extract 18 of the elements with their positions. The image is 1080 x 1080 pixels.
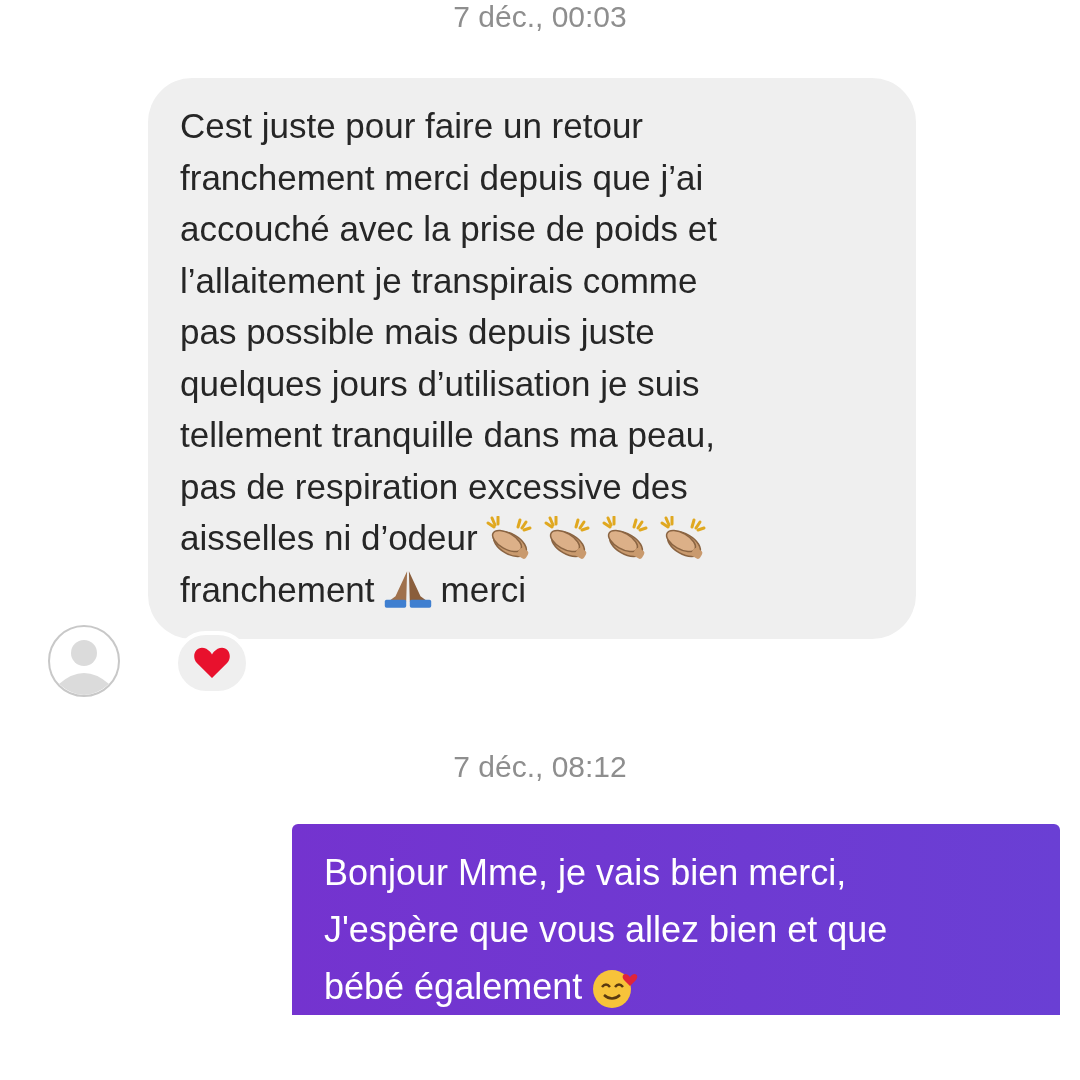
timestamp: 7 déc., 00:03 — [453, 0, 627, 34]
timestamp: 7 déc., 08:12 — [453, 750, 627, 784]
message-text: pas possible mais depuis juste — [180, 311, 655, 353]
message-text: franchement merci depuis que j’ai — [180, 156, 704, 199]
message-text: quelques jours d’utilisation je suis — [180, 362, 700, 405]
message-text: Bonjour Mme, je vais bien merci, — [324, 851, 847, 895]
message-text: tellement tranquille dans ma peau, — [180, 414, 716, 456]
message-text: aisselles ni d’odeur — [180, 517, 478, 559]
message-text: franchement — [180, 568, 375, 611]
heart-icon — [193, 646, 231, 680]
message-text: J'espère que vous allez bien et que — [324, 908, 888, 952]
avatar-icon — [47, 624, 121, 698]
message-text: l’allaitement je transpirais comme — [180, 259, 698, 302]
message-text: accouché avec la prise de poids et — [180, 208, 717, 250]
message-text: merci — [440, 568, 527, 611]
message-text: pas de respiration excessive des — [180, 465, 688, 508]
message-text: Cest juste pour faire un retour — [180, 105, 643, 147]
message-text: bébé également — [324, 965, 583, 1009]
